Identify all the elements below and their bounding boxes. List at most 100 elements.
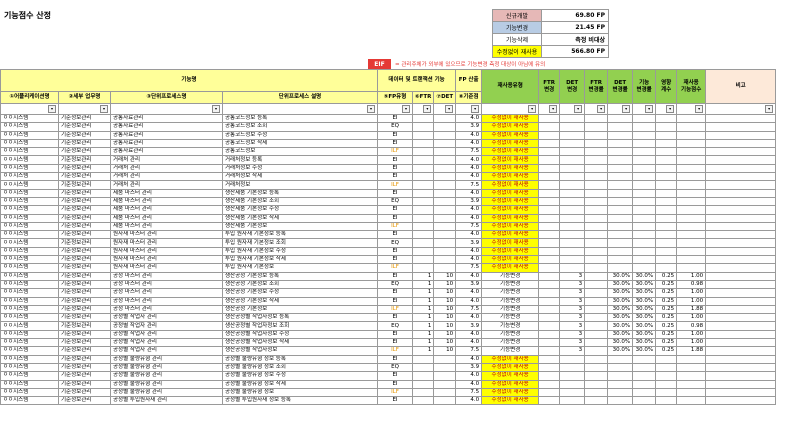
cell-det-rate[interactable]: 30.0% bbox=[607, 313, 634, 323]
cell-ftr-rate[interactable] bbox=[584, 213, 609, 223]
cell-remark[interactable] bbox=[705, 180, 777, 190]
cell-reuse-type[interactable]: 기능변경 bbox=[481, 288, 540, 298]
cell-unit[interactable]: 공정 마스터 관리 bbox=[110, 288, 223, 298]
cell-biz[interactable]: 기준정보관리 bbox=[58, 354, 111, 364]
cell-reuse-type[interactable]: 기능변경 bbox=[481, 279, 540, 290]
cell-reuse-fp[interactable]: 1.00 bbox=[676, 271, 707, 281]
cell-unit[interactable]: 공정 마스터 관리 bbox=[110, 279, 223, 290]
cell-det[interactable] bbox=[433, 113, 457, 124]
cell-ftr-change[interactable] bbox=[538, 321, 561, 331]
cell-ftr-change[interactable] bbox=[538, 354, 561, 364]
cell-ftr-rate[interactable] bbox=[584, 147, 609, 157]
cell-base[interactable]: 7.5 bbox=[455, 180, 483, 190]
cell-desc[interactable]: 투입 원자재 기본정보 삭제 bbox=[222, 255, 378, 265]
cell-app[interactable]: ㅇㅇ시스템 bbox=[0, 379, 59, 389]
cell-app[interactable]: ㅇㅇ시스템 bbox=[0, 387, 59, 398]
cell-remark[interactable] bbox=[705, 122, 777, 132]
cell-det-rate[interactable] bbox=[607, 387, 634, 398]
cell-impact[interactable] bbox=[655, 379, 678, 389]
cell-impact[interactable] bbox=[655, 354, 678, 364]
cell-reuse-fp[interactable] bbox=[676, 263, 707, 273]
filter-dropdown-icon[interactable]: ▾ bbox=[402, 105, 410, 113]
cell-remark[interactable] bbox=[705, 155, 777, 165]
cell-impact[interactable]: 0.25 bbox=[655, 296, 678, 306]
cell-impact[interactable] bbox=[655, 213, 678, 223]
cell-app[interactable]: ㅇㅇ시스템 bbox=[0, 396, 59, 406]
cell-impact[interactable] bbox=[655, 387, 678, 398]
cell-unit[interactable]: 공정별 투입원자재 관리 bbox=[110, 396, 223, 406]
cell-reuse-fp[interactable]: 1.00 bbox=[676, 329, 707, 340]
cell-reuse-type[interactable]: 수정없이 재사용 bbox=[481, 122, 540, 132]
cell-func-rate[interactable]: 30.0% bbox=[632, 337, 657, 348]
cell-impact[interactable]: 0.25 bbox=[655, 337, 678, 348]
cell-ftr-rate[interactable] bbox=[584, 304, 609, 315]
cell-remark[interactable] bbox=[705, 255, 777, 265]
cell-reuse-type[interactable]: 수정없이 재사용 bbox=[481, 379, 540, 389]
cell-ftr[interactable] bbox=[411, 396, 435, 406]
cell-ftr-change[interactable] bbox=[538, 230, 561, 240]
cell-desc[interactable]: 공통코드정보 수정 bbox=[222, 130, 378, 140]
cell-ftr[interactable] bbox=[411, 238, 435, 248]
cell-fp-type[interactable]: EI bbox=[377, 396, 413, 406]
cell-reuse-fp[interactable] bbox=[676, 196, 707, 207]
cell-remark[interactable] bbox=[705, 213, 777, 223]
cell-det-rate[interactable] bbox=[607, 213, 634, 223]
cell-base[interactable]: 7.5 bbox=[455, 147, 483, 157]
cell-remark[interactable] bbox=[705, 288, 777, 298]
cell-app[interactable]: ㅇㅇ시스템 bbox=[0, 238, 59, 248]
cell-app[interactable]: ㅇㅇ시스템 bbox=[0, 138, 59, 149]
cell-base[interactable]: 3.9 bbox=[455, 279, 483, 290]
cell-ftr-change[interactable] bbox=[538, 288, 561, 298]
cell-unit[interactable]: 거래처 관리 bbox=[110, 163, 223, 174]
cell-unit[interactable]: 제품 마스터 관리 bbox=[110, 196, 223, 207]
cell-impact[interactable] bbox=[655, 230, 678, 240]
cell-app[interactable]: ㅇㅇ시스템 bbox=[0, 230, 59, 240]
cell-func-rate[interactable] bbox=[632, 205, 657, 215]
cell-ftr-rate[interactable] bbox=[584, 329, 609, 340]
cell-func-rate[interactable] bbox=[632, 221, 657, 232]
cell-det-change[interactable] bbox=[559, 113, 586, 124]
cell-ftr[interactable] bbox=[411, 246, 435, 257]
cell-reuse-fp[interactable]: 0.98 bbox=[676, 279, 707, 290]
cell-impact[interactable] bbox=[655, 221, 678, 232]
cell-reuse-fp[interactable] bbox=[676, 205, 707, 215]
cell-ftr-rate[interactable] bbox=[584, 396, 609, 406]
cell-func-rate[interactable]: 30.0% bbox=[632, 313, 657, 323]
cell-det-rate[interactable] bbox=[607, 263, 634, 273]
cell-reuse-type[interactable]: 기능변경 bbox=[481, 271, 540, 281]
cell-base[interactable]: 3.9 bbox=[455, 122, 483, 132]
filter-dropdown-icon[interactable]: ▾ bbox=[666, 105, 675, 113]
cell-base[interactable]: 4.0 bbox=[455, 188, 483, 198]
cell-desc[interactable]: 생산제품 기본정보 조회 bbox=[222, 196, 378, 207]
cell-ftr[interactable]: 1 bbox=[411, 337, 435, 348]
cell-impact[interactable]: 0.25 bbox=[655, 304, 678, 315]
cell-ftr-rate[interactable] bbox=[584, 379, 609, 389]
cell-unit[interactable]: 공통자료관리 bbox=[110, 130, 223, 140]
cell-det[interactable]: 10 bbox=[433, 329, 457, 340]
cell-biz[interactable]: 기준정보관리 bbox=[58, 163, 111, 174]
cell-ftr[interactable] bbox=[411, 255, 435, 265]
cell-app[interactable]: ㅇㅇ시스템 bbox=[0, 180, 59, 190]
cell-desc[interactable]: 생산공정별 작업자정보 bbox=[222, 346, 378, 356]
cell-base[interactable]: 3.9 bbox=[455, 238, 483, 248]
cell-biz[interactable]: 기준정보관리 bbox=[58, 155, 111, 165]
cell-app[interactable]: ㅇㅇ시스템 bbox=[0, 188, 59, 198]
cell-reuse-type[interactable]: 수정없이 재사용 bbox=[481, 371, 540, 381]
cell-det-rate[interactable] bbox=[607, 205, 634, 215]
cell-base[interactable]: 4.0 bbox=[455, 288, 483, 298]
cell-ftr[interactable] bbox=[411, 147, 435, 157]
cell-ftr-change[interactable] bbox=[538, 172, 561, 182]
cell-fp-type[interactable]: EI bbox=[377, 288, 413, 298]
cell-det[interactable] bbox=[433, 238, 457, 248]
cell-remark[interactable] bbox=[705, 172, 777, 182]
cell-biz[interactable]: 기준정보관리 bbox=[58, 321, 111, 331]
cell-app[interactable]: ㅇㅇ시스템 bbox=[0, 163, 59, 174]
cell-app[interactable]: ㅇㅇ시스템 bbox=[0, 296, 59, 306]
cell-desc[interactable]: 투입 원자재 기본정보 등록 bbox=[222, 230, 378, 240]
cell-det[interactable]: 10 bbox=[433, 321, 457, 331]
cell-ftr[interactable] bbox=[411, 113, 435, 124]
cell-app[interactable]: ㅇㅇ시스템 bbox=[0, 337, 59, 348]
cell-remark[interactable] bbox=[705, 163, 777, 174]
cell-reuse-fp[interactable]: 1.00 bbox=[676, 313, 707, 323]
cell-reuse-type[interactable]: 수정없이 재사용 bbox=[481, 354, 540, 364]
